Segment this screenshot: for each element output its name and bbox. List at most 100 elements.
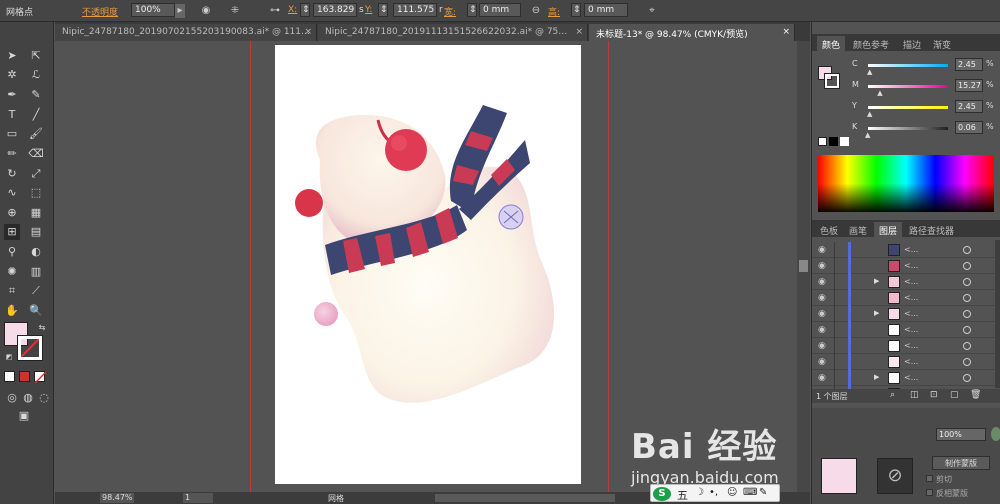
- mesh-tool-icon[interactable]: ⊞: [4, 224, 20, 240]
- layer-row[interactable]: ◉ ▶ <...: [812, 306, 995, 322]
- vertical-scrollbar[interactable]: [797, 41, 810, 492]
- tab-brushes[interactable]: 画笔: [844, 222, 872, 237]
- graph-tool-icon[interactable]: ▥: [28, 264, 44, 280]
- y-field[interactable]: 111.575: [393, 3, 437, 17]
- expand-arrow-icon[interactable]: ▶: [874, 373, 879, 381]
- none-mode-button[interactable]: [34, 371, 46, 383]
- rectangle-tool-icon[interactable]: ▭: [4, 126, 20, 142]
- document-tab[interactable]: Nipic_24787180_20191113151526622032.ai* …: [318, 24, 588, 41]
- close-icon[interactable]: ×: [782, 27, 790, 37]
- layer-row[interactable]: ◉ <...: [812, 322, 995, 338]
- target-circle-icon[interactable]: [963, 342, 971, 350]
- target-circle-icon[interactable]: [963, 326, 971, 334]
- lasso-tool-icon[interactable]: ℒ: [28, 67, 44, 83]
- color-mode-button[interactable]: [4, 371, 15, 382]
- slider-handle-icon[interactable]: ▲: [865, 131, 870, 139]
- clipping-mask-icon[interactable]: ◫: [910, 390, 919, 400]
- layer-row[interactable]: ◉ <...: [812, 338, 995, 354]
- layer-row[interactable]: ◉ <...: [812, 258, 995, 274]
- document-tab-active[interactable]: 未标题-13* @ 98.47% (CMYK/预览) ×: [589, 24, 795, 41]
- visibility-eye-icon[interactable]: ◉: [818, 309, 830, 319]
- tab-swatches[interactable]: 色板: [815, 222, 843, 237]
- close-icon[interactable]: ×: [304, 27, 312, 37]
- visibility-eye-icon[interactable]: ◉: [818, 277, 830, 287]
- layer-name[interactable]: <...: [904, 341, 918, 350]
- visibility-eye-icon[interactable]: ◉: [818, 245, 830, 255]
- transparency-opacity-field[interactable]: 100%: [936, 428, 986, 441]
- warp-tool-icon[interactable]: ∿: [4, 185, 20, 201]
- artboard-tool-icon[interactable]: ⌗: [4, 283, 20, 299]
- channel-value[interactable]: 15.27: [955, 79, 983, 92]
- screen-mode-icon[interactable]: ▣: [16, 408, 32, 424]
- link-proportions-icon[interactable]: ⊖: [529, 4, 543, 18]
- tab-color-guide[interactable]: 颜色参考: [848, 36, 894, 51]
- scale-tool-icon[interactable]: ⤢: [28, 166, 44, 182]
- color-stroke-preview[interactable]: [824, 73, 840, 89]
- slice-tool-icon[interactable]: ⟋: [28, 283, 44, 299]
- width-field[interactable]: 0 mm: [479, 3, 521, 17]
- layer-name[interactable]: <...: [904, 373, 918, 382]
- draw-inside-icon[interactable]: ◌: [36, 390, 52, 406]
- opacity-dial[interactable]: [991, 427, 1000, 441]
- sogou-logo-icon[interactable]: S: [653, 487, 671, 501]
- layer-row[interactable]: ◉ <...: [812, 354, 995, 370]
- pencil-tool-icon[interactable]: ✏: [4, 146, 20, 162]
- layer-row[interactable]: ◉ <...: [812, 242, 995, 258]
- slider-handle-icon[interactable]: ▲: [867, 68, 872, 76]
- recolor-icon[interactable]: ◉: [199, 4, 213, 18]
- zoom-field[interactable]: 98.47%: [100, 493, 134, 503]
- artwork[interactable]: [275, 45, 581, 484]
- transform-icon[interactable]: ⌖: [645, 4, 659, 18]
- visibility-eye-icon[interactable]: ◉: [818, 341, 830, 351]
- channel-slider[interactable]: [868, 127, 948, 130]
- invert-mask-checkbox[interactable]: [926, 489, 933, 496]
- reference-point-icon[interactable]: ⁜: [228, 4, 242, 18]
- tab-stroke[interactable]: 描边: [898, 36, 926, 51]
- opacity-field[interactable]: 100%: [131, 3, 175, 17]
- height-field[interactable]: 0 mm: [584, 3, 628, 17]
- selection-tool-icon[interactable]: ➤: [4, 48, 20, 64]
- delete-layer-icon[interactable]: 🗑: [970, 390, 981, 400]
- pen-tool-icon[interactable]: ✒: [4, 87, 20, 103]
- input-mode-label[interactable]: 五: [677, 487, 688, 503]
- none-swatch[interactable]: [818, 137, 827, 146]
- horizontal-scrollbar[interactable]: [435, 494, 615, 502]
- width-stepper-icon[interactable]: ⇕: [467, 3, 477, 17]
- shape-builder-tool-icon[interactable]: ⊕: [4, 205, 20, 221]
- height-stepper-icon[interactable]: ⇕: [571, 3, 581, 17]
- tab-layers[interactable]: 图层: [874, 222, 903, 237]
- page-field[interactable]: 1: [183, 493, 213, 503]
- channel-slider[interactable]: [868, 85, 948, 88]
- new-layer-icon[interactable]: ▢: [950, 390, 959, 400]
- visibility-eye-icon[interactable]: ◉: [818, 261, 830, 271]
- x-stepper-icon[interactable]: ⇕: [300, 3, 310, 17]
- layer-name[interactable]: <...: [904, 261, 918, 270]
- target-circle-icon[interactable]: [963, 246, 971, 254]
- gradient-mode-button[interactable]: [19, 371, 30, 382]
- y-stepper-icon[interactable]: ⇕: [378, 3, 388, 17]
- layer-row[interactable]: ◉ <...: [812, 290, 995, 306]
- object-thumbnail[interactable]: [821, 458, 857, 494]
- free-transform-tool-icon[interactable]: ⬚: [28, 185, 44, 201]
- close-icon[interactable]: ×: [575, 27, 583, 37]
- mask-thumbnail[interactable]: ⊘: [877, 458, 913, 494]
- target-circle-icon[interactable]: [963, 358, 971, 366]
- target-circle-icon[interactable]: [963, 294, 971, 302]
- rotate-tool-icon[interactable]: ↻: [4, 166, 20, 182]
- tab-pathfinder[interactable]: 路径查找器: [904, 222, 959, 237]
- tab-gradient[interactable]: 渐变: [928, 36, 956, 51]
- settings-icon[interactable]: ✎: [759, 487, 767, 498]
- perspective-grid-tool-icon[interactable]: ▦: [28, 205, 44, 221]
- channel-value[interactable]: 2.45: [955, 58, 983, 71]
- opacity-dropdown-icon[interactable]: ▸: [175, 4, 185, 18]
- visibility-eye-icon[interactable]: ◉: [818, 373, 830, 383]
- clip-checkbox[interactable]: [926, 475, 933, 482]
- visibility-eye-icon[interactable]: ◉: [818, 357, 830, 367]
- direct-selection-tool-icon[interactable]: ⇱: [28, 48, 44, 64]
- channel-slider[interactable]: [868, 64, 948, 67]
- target-circle-icon[interactable]: [963, 374, 971, 382]
- artboard[interactable]: [275, 45, 581, 484]
- visibility-eye-icon[interactable]: ◉: [818, 325, 830, 335]
- layer-name[interactable]: <...: [904, 357, 918, 366]
- slider-handle-icon[interactable]: ▲: [877, 89, 882, 97]
